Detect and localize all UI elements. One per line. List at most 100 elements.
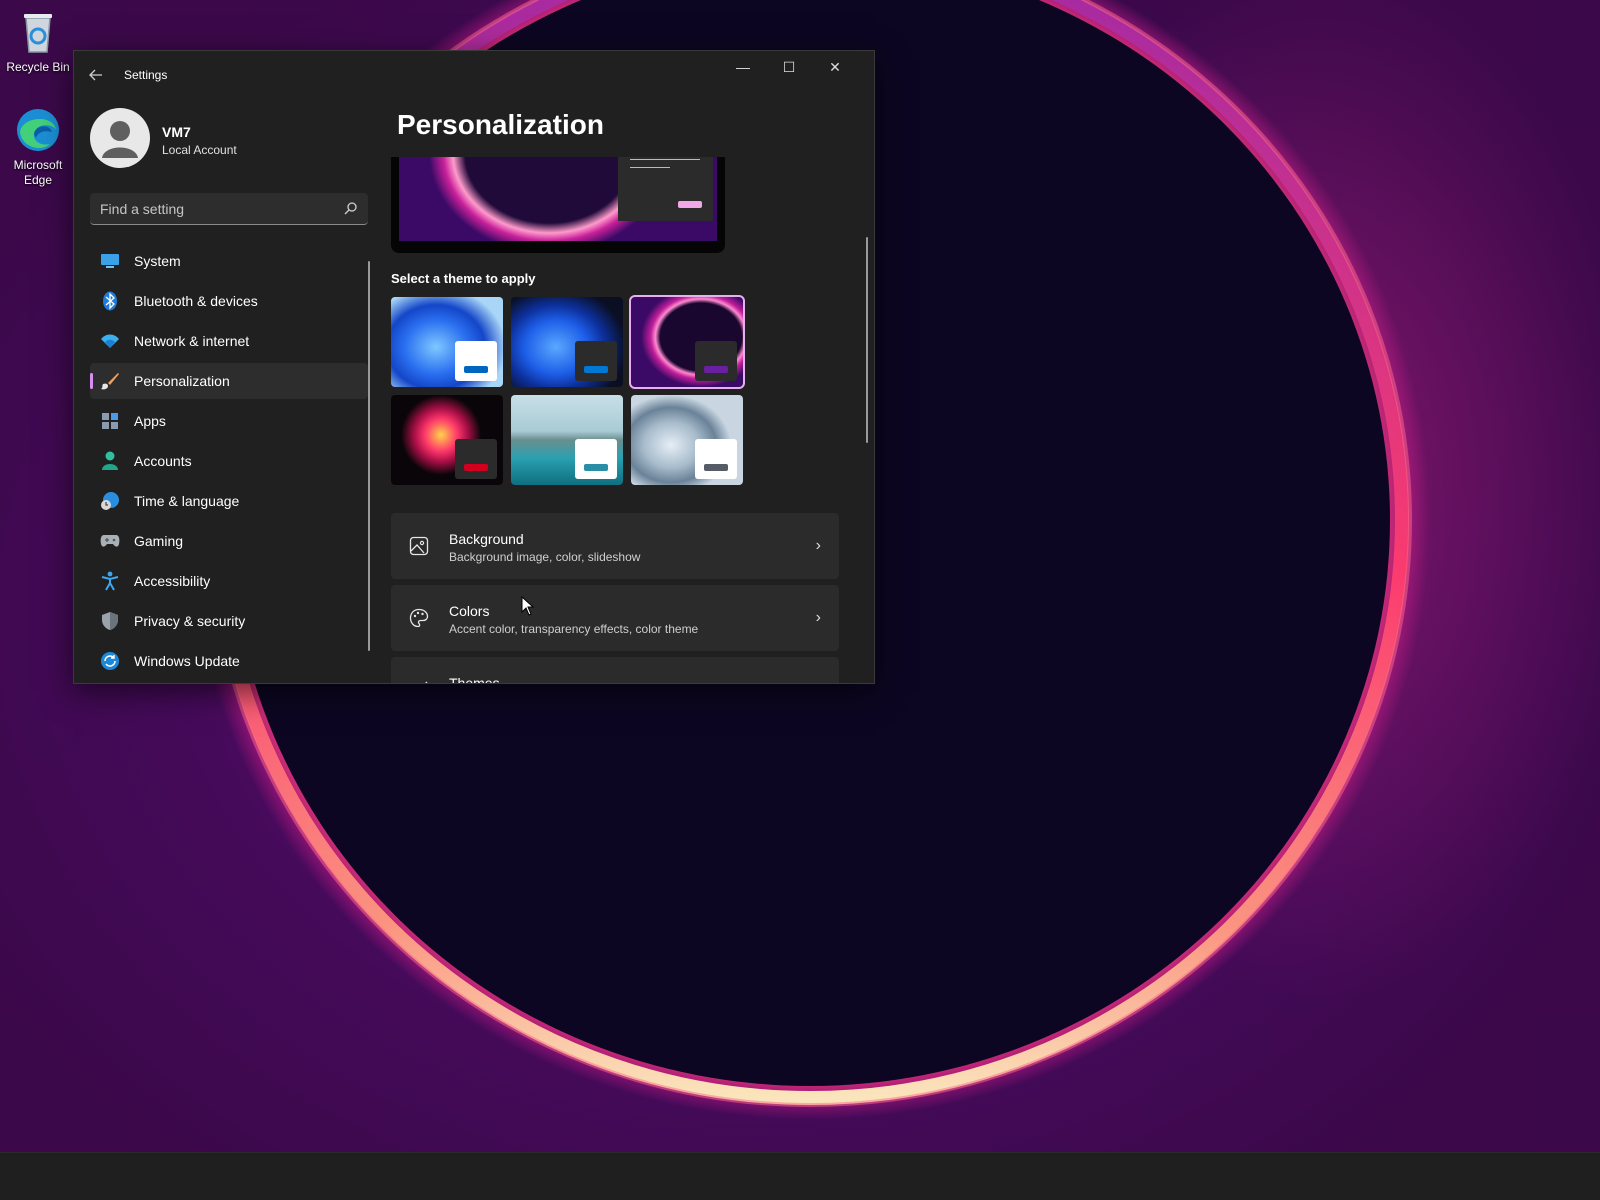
theme-mini-window	[695, 439, 737, 479]
theme-mini-window	[695, 341, 737, 381]
palette-icon	[409, 608, 429, 628]
sidebar-item-label: Personalization	[134, 373, 230, 389]
sidebar-item-personalization[interactable]: Personalization	[90, 363, 368, 399]
chevron-right-icon: ›	[815, 609, 821, 626]
theme-accent-bar	[464, 464, 488, 471]
sidebar-item-label: Accessibility	[134, 573, 211, 589]
sidebar-item-gaming[interactable]: Gaming	[90, 523, 368, 559]
sidebar-item-network[interactable]: Network & internet	[90, 323, 368, 359]
title-bar[interactable]: Settings — ☐ ✕	[74, 51, 874, 99]
card-title: Themes	[449, 675, 500, 684]
apps-icon	[100, 411, 120, 431]
sidebar-item-accounts[interactable]: Accounts	[90, 443, 368, 479]
sidebar-item-label: Network & internet	[134, 333, 250, 349]
sidebar-item-time-language[interactable]: Time & language	[90, 483, 368, 519]
theme-tile-windows-light[interactable]	[391, 297, 503, 387]
system-icon	[100, 251, 120, 271]
theme-gallery	[391, 295, 751, 487]
sidebar-item-bluetooth[interactable]: Bluetooth & devices	[90, 283, 368, 319]
taskbar[interactable]	[0, 1152, 1600, 1200]
gamepad-icon	[100, 531, 120, 551]
wifi-icon	[100, 331, 120, 351]
settings-window: Settings — ☐ ✕ VM7 Local Account System …	[73, 50, 875, 684]
preview-window	[618, 157, 713, 221]
maximize-icon: ☐	[782, 59, 796, 75]
sidebar-item-accessibility[interactable]: Accessibility	[90, 563, 368, 599]
sidebar-item-label: Time & language	[134, 493, 240, 509]
page-title: Personalization	[397, 109, 604, 140]
theme-tile-captured-motion[interactable]	[391, 395, 503, 485]
theme-tile-sunrise[interactable]	[511, 395, 623, 485]
desktop-icon-recycle-bin[interactable]: Recycle Bin	[0, 8, 76, 75]
window-title: Settings	[124, 68, 168, 82]
preview-accent-swatch	[678, 201, 702, 208]
sidebar-item-label: Gaming	[134, 533, 184, 549]
card-subtitle: Accent color, transparency effects, colo…	[449, 622, 699, 636]
theme-preview	[391, 157, 725, 253]
theme-mini-window	[455, 341, 497, 381]
recycle-bin-icon	[14, 8, 62, 56]
preview-line	[630, 167, 670, 168]
card-title: Colors	[449, 603, 490, 619]
maximize-button[interactable]: ☐	[766, 51, 812, 83]
sidebar-item-label: Privacy & security	[134, 613, 246, 629]
active-indicator	[90, 373, 93, 389]
minimize-icon: —	[736, 59, 750, 75]
accounts-icon	[100, 451, 120, 471]
close-icon: ✕	[829, 59, 841, 75]
theme-tile-windows-dark[interactable]	[511, 297, 623, 387]
theme-section-label: Select a theme to apply	[391, 271, 536, 286]
brush-icon	[425, 681, 428, 683]
theme-mini-window	[455, 439, 497, 479]
content-scrollbar[interactable]	[866, 237, 868, 443]
sidebar-item-label: Windows Update	[134, 653, 240, 669]
sidebar-nav: System Bluetooth & devices Network & int…	[90, 243, 368, 683]
mouse-cursor-icon	[521, 596, 535, 616]
user-avatar-icon	[102, 121, 138, 158]
back-button[interactable]	[84, 63, 108, 87]
theme-tile-glow[interactable]	[629, 295, 745, 389]
background-card[interactable]: Background Background image, color, slid…	[391, 513, 839, 579]
update-icon	[100, 651, 120, 671]
accessibility-icon	[100, 571, 120, 591]
themes-card[interactable]: Themes ›	[391, 657, 839, 684]
minimize-button[interactable]: —	[720, 51, 766, 83]
profile-name: VM7	[162, 124, 191, 140]
chevron-right-icon: ›	[816, 681, 821, 683]
sidebar-item-label: Bluetooth & devices	[134, 293, 258, 309]
preview-wallpaper	[399, 157, 717, 241]
theme-mini-window	[575, 341, 617, 381]
theme-accent-bar	[464, 366, 488, 373]
sidebar-item-privacy-security[interactable]: Privacy & security	[90, 603, 368, 639]
sidebar-scrollbar[interactable]	[368, 261, 370, 651]
back-arrow-icon	[89, 69, 102, 81]
shield-icon	[100, 611, 120, 631]
card-title: Background	[449, 531, 524, 547]
search-input[interactable]	[90, 193, 330, 224]
profile-account-type: Local Account	[162, 143, 237, 157]
sidebar-item-windows-update[interactable]: Windows Update	[90, 643, 368, 679]
theme-accent-bar	[704, 366, 728, 373]
card-subtitle: Background image, color, slideshow	[449, 550, 641, 564]
colors-card[interactable]: Colors Accent color, transparency effect…	[391, 585, 839, 651]
close-button[interactable]: ✕	[812, 51, 858, 83]
desktop-icon-edge[interactable]: Microsoft Edge	[0, 106, 76, 188]
sidebar-item-label: Accounts	[134, 453, 192, 469]
content-area: Select a theme to apply Background Backg…	[390, 157, 858, 684]
globe-clock-icon	[100, 491, 120, 511]
sidebar-item-apps[interactable]: Apps	[90, 403, 368, 439]
search-box[interactable]	[90, 193, 368, 225]
avatar[interactable]	[90, 108, 150, 168]
sidebar-item-label: System	[134, 253, 181, 269]
theme-accent-bar	[584, 464, 608, 471]
sidebar-item-system[interactable]: System	[90, 243, 368, 279]
theme-mini-window	[575, 439, 617, 479]
edge-icon	[14, 106, 62, 154]
brush-icon	[100, 371, 120, 391]
desktop-icon-label: Microsoft Edge	[13, 158, 63, 187]
preview-line	[630, 159, 700, 160]
search-icon[interactable]	[344, 201, 358, 215]
theme-accent-bar	[704, 464, 728, 471]
sidebar-item-label: Apps	[134, 413, 166, 429]
theme-tile-flow[interactable]	[631, 395, 743, 485]
